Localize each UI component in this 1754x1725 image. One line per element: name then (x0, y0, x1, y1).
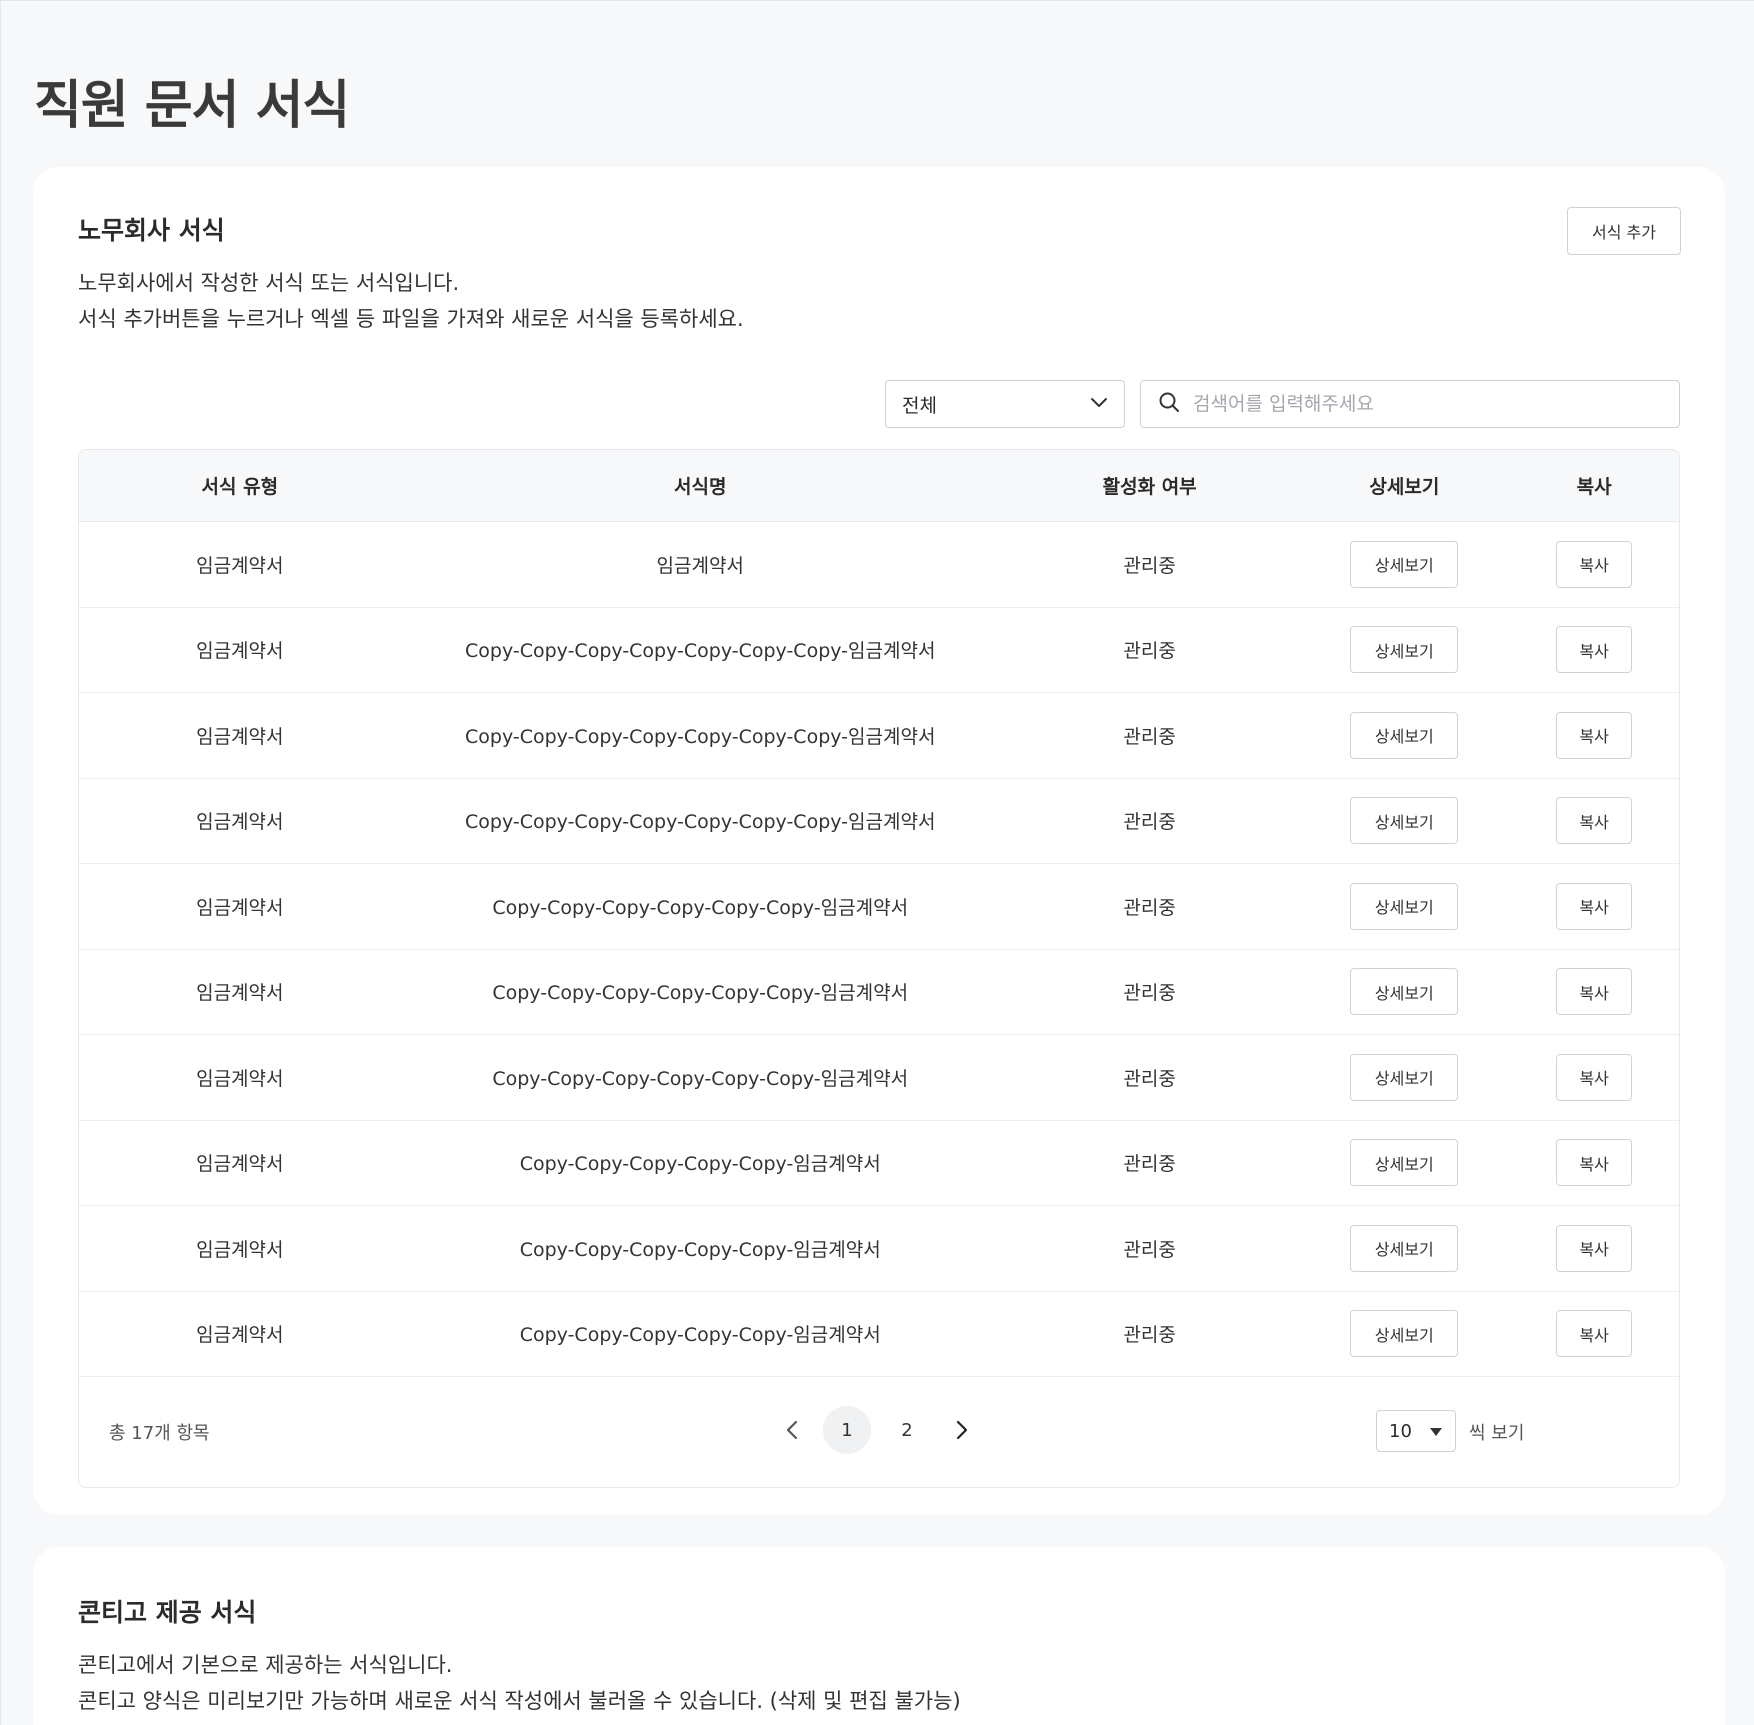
detail-button[interactable]: 상세보기 (1350, 711, 1459, 759)
detail-button[interactable]: 상세보기 (1350, 626, 1459, 674)
detail-button[interactable]: 상세보기 (1350, 968, 1459, 1016)
table-row: 임금계약서 임금계약서 관리중 상세보기 복사 (79, 522, 1679, 608)
copy-button[interactable]: 복사 (1556, 1053, 1633, 1101)
cell-status: 관리중 (1123, 554, 1176, 577)
detail-button[interactable]: 상세보기 (1350, 1310, 1459, 1358)
table-row: 임금계약서 Copy-Copy-Copy-Copy-Copy-Copy-Copy… (79, 693, 1679, 779)
detail-button[interactable]: 상세보기 (1350, 882, 1459, 930)
cell-type: 임금계약서 (196, 1238, 284, 1261)
cell-type: 임금계약서 (196, 1153, 284, 1176)
per-page-label: 씩 보기 (1469, 1423, 1525, 1444)
table-footer: 총 17개 항목 1 2 10 씩 보기 (79, 1377, 1679, 1487)
chevron-right-icon[interactable] (937, 1406, 985, 1454)
cell-name: 임금계약서 (656, 554, 744, 577)
cell-name: Copy-Copy-Copy-Copy-Copy-임금계약서 (519, 1238, 881, 1261)
cell-name: Copy-Copy-Copy-Copy-Copy-Copy-Copy-임금계약서 (465, 640, 936, 663)
section-title: 콘티고 제공 서식 (78, 1598, 257, 1627)
column-header-detail: 상세보기 (1369, 476, 1440, 498)
detail-button[interactable]: 상세보기 (1350, 797, 1459, 845)
cell-type: 임금계약서 (196, 640, 284, 663)
section-description: 노무회사에서 작성한 서식 또는 서식입니다. 서식 추가버튼을 누르거나 엑셀… (78, 265, 744, 337)
cell-name: Copy-Copy-Copy-Copy-Copy-임금계약서 (519, 1153, 881, 1176)
column-header-type: 서식 유형 (201, 476, 279, 498)
cell-type: 임금계약서 (196, 554, 284, 577)
detail-button[interactable]: 상세보기 (1350, 1224, 1459, 1272)
cell-status: 관리중 (1123, 896, 1176, 919)
cell-name: Copy-Copy-Copy-Copy-Copy-임금계약서 (519, 1324, 881, 1347)
cell-type: 임금계약서 (196, 896, 284, 919)
cell-type: 임금계약서 (196, 1324, 284, 1347)
search-icon (1157, 390, 1181, 418)
cell-status: 관리중 (1123, 1238, 1176, 1261)
cell-type: 임금계약서 (196, 811, 284, 834)
copy-button[interactable]: 복사 (1556, 968, 1633, 1016)
table-row: 임금계약서 Copy-Copy-Copy-Copy-Copy-Copy-임금계약… (79, 950, 1679, 1035)
cell-type: 임금계약서 (196, 982, 284, 1005)
copy-button[interactable]: 복사 (1556, 711, 1633, 759)
page-title: 직원 문서 서식 (34, 76, 350, 136)
table-row: 임금계약서 Copy-Copy-Copy-Copy-Copy-Copy-임금계약… (79, 864, 1679, 950)
cell-name: Copy-Copy-Copy-Copy-Copy-Copy-임금계약서 (492, 982, 909, 1005)
chevron-down-icon (1088, 391, 1110, 418)
section-title: 노무회사 서식 (78, 216, 225, 245)
table-row: 임금계약서 Copy-Copy-Copy-Copy-Copy-Copy-임금계약… (79, 1035, 1679, 1121)
cell-status: 관리중 (1123, 1153, 1176, 1176)
chevron-left-icon[interactable] (769, 1406, 817, 1454)
cell-status: 관리중 (1123, 640, 1176, 663)
table-row: 임금계약서 Copy-Copy-Copy-Copy-Copy-Copy-Copy… (79, 779, 1679, 864)
filter-selected-value: 전체 (902, 394, 937, 417)
cell-status: 관리중 (1123, 1324, 1176, 1347)
labor-company-forms-card: 노무회사 서식 노무회사에서 작성한 서식 또는 서식입니다. 서식 추가버튼을… (33, 167, 1725, 1515)
cell-status: 관리중 (1123, 725, 1176, 748)
section-description: 콘티고에서 기본으로 제공하는 서식입니다. 콘티고 양식은 미리보기만 가능하… (78, 1647, 961, 1719)
copy-button[interactable]: 복사 (1556, 540, 1633, 588)
form-type-filter-select[interactable]: 전체 (885, 380, 1125, 428)
copy-button[interactable]: 복사 (1556, 1139, 1633, 1187)
page-button-1[interactable]: 1 (823, 1406, 871, 1454)
table-row: 임금계약서 Copy-Copy-Copy-Copy-Copy-임금계약서 관리중… (79, 1121, 1679, 1206)
column-header-name: 서식명 (673, 476, 727, 498)
cell-name: Copy-Copy-Copy-Copy-Copy-Copy-Copy-임금계약서 (465, 725, 936, 748)
cell-status: 관리중 (1123, 811, 1176, 834)
search-box (1140, 380, 1680, 428)
copy-button[interactable]: 복사 (1556, 797, 1633, 845)
cell-status: 관리중 (1123, 982, 1176, 1005)
copy-button[interactable]: 복사 (1556, 1224, 1633, 1272)
cell-name: Copy-Copy-Copy-Copy-Copy-Copy-임금계약서 (492, 896, 909, 919)
table-row: 임금계약서 Copy-Copy-Copy-Copy-Copy-Copy-Copy… (79, 608, 1679, 693)
add-form-button[interactable]: 서식 추가 (1567, 207, 1681, 255)
search-input[interactable] (1193, 393, 1673, 415)
per-page-value: 10 (1389, 1420, 1412, 1442)
table-row: 임금계약서 Copy-Copy-Copy-Copy-Copy-임금계약서 관리중… (79, 1292, 1679, 1377)
detail-button[interactable]: 상세보기 (1350, 1139, 1459, 1187)
column-header-status: 활성화 여부 (1102, 476, 1197, 498)
pagination: 1 2 (769, 1406, 985, 1454)
detail-button[interactable]: 상세보기 (1350, 540, 1459, 588)
table-row: 임금계약서 Copy-Copy-Copy-Copy-Copy-임금계약서 관리중… (79, 1206, 1679, 1292)
description-line-2: 서식 추가버튼을 누르거나 엑셀 등 파일을 가져와 새로운 서식을 등록하세요… (78, 307, 744, 331)
forms-table: 서식 유형 서식명 활성화 여부 상세보기 복사 임금계약서 임금계약서 관리중… (78, 449, 1680, 1488)
caret-down-icon (1429, 1421, 1443, 1442)
description-line-1: 콘티고에서 기본으로 제공하는 서식입니다. (78, 1653, 453, 1677)
cell-name: Copy-Copy-Copy-Copy-Copy-Copy-임금계약서 (492, 1067, 909, 1090)
cell-status: 관리중 (1123, 1067, 1176, 1090)
per-page-select[interactable]: 10 (1376, 1410, 1456, 1452)
cell-type: 임금계약서 (196, 725, 284, 748)
column-header-copy: 복사 (1576, 476, 1612, 498)
copy-button[interactable]: 복사 (1556, 626, 1633, 674)
total-count: 총 17개 항목 (109, 1423, 210, 1444)
description-line-2: 콘티고 양식은 미리보기만 가능하며 새로운 서식 작성에서 불러올 수 있습니… (78, 1689, 961, 1713)
table-header: 서식 유형 서식명 활성화 여부 상세보기 복사 (79, 450, 1679, 522)
cell-name: Copy-Copy-Copy-Copy-Copy-Copy-Copy-임금계약서 (465, 811, 936, 834)
contigo-forms-card: 콘티고 제공 서식 콘티고에서 기본으로 제공하는 서식입니다. 콘티고 양식은… (33, 1547, 1725, 1725)
copy-button[interactable]: 복사 (1556, 882, 1633, 930)
cell-type: 임금계약서 (196, 1067, 284, 1090)
copy-button[interactable]: 복사 (1556, 1310, 1633, 1358)
description-line-1: 노무회사에서 작성한 서식 또는 서식입니다. (78, 271, 460, 295)
page-button-2[interactable]: 2 (883, 1406, 931, 1454)
detail-button[interactable]: 상세보기 (1350, 1053, 1459, 1101)
